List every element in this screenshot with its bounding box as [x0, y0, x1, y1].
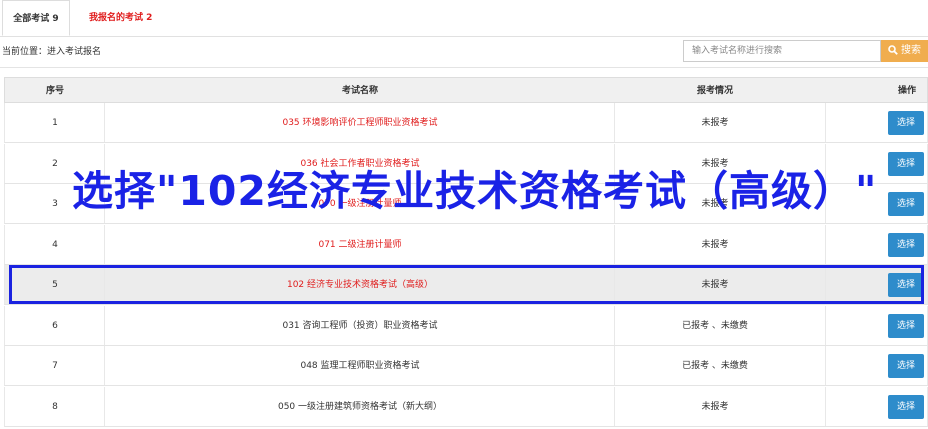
- table-row: 8 050 一级注册建筑师资格考试（新大纲） 未报考 选择: [4, 386, 928, 427]
- row-exam-name: 048 监理工程师职业资格考试: [300, 361, 420, 371]
- header-index: 序号: [45, 86, 64, 96]
- divider: [0, 67, 928, 68]
- table-header: 序号 考试名称 报考情况 操作: [4, 77, 928, 103]
- table-row: 7 048 监理工程师职业资格考试 已报考 、未缴费 选择: [4, 346, 928, 386]
- instruction-overlay: 选择"102经济专业技术资格考试（高级）": [72, 167, 878, 215]
- row-status: 未报考: [701, 401, 729, 412]
- row-index: 6: [52, 320, 58, 331]
- table-row: 4 071 二级注册计量师 未报考 选择: [4, 224, 928, 265]
- search-icon: [888, 45, 898, 55]
- row-status: 未报考: [701, 118, 729, 128]
- search-input[interactable]: [683, 40, 881, 62]
- row-status: 已报考 、未缴费: [682, 320, 748, 331]
- select-button[interactable]: 选择: [888, 111, 924, 135]
- search-button-label: 搜索: [901, 45, 921, 56]
- column-divider: [825, 103, 826, 142]
- row-exam-name: 071 二级注册计量师: [318, 239, 402, 250]
- tab-my-exams[interactable]: 我报名的考试 2: [89, 0, 152, 36]
- row-exam-name: 035 环境影响评价工程师职业资格考试: [282, 118, 438, 128]
- select-button[interactable]: 选择: [888, 354, 924, 378]
- column-divider: [825, 224, 826, 264]
- row-exam-name: 050 一级注册建筑师资格考试（新大纲）: [277, 401, 443, 412]
- select-button[interactable]: 选择: [888, 192, 924, 216]
- table-row: 6 031 咨询工程师（投资）职业资格考试 已报考 、未缴费 选择: [4, 305, 928, 346]
- search-button[interactable]: 搜索: [881, 40, 928, 62]
- row-index: 4: [52, 239, 58, 250]
- select-button[interactable]: 选择: [888, 394, 924, 419]
- selection-highlight-box: [9, 265, 924, 304]
- row-status: 未报考: [701, 239, 729, 250]
- column-divider: [825, 305, 826, 345]
- select-button[interactable]: 选择: [888, 313, 924, 338]
- row-status: 已报考 、未缴费: [682, 361, 748, 371]
- header-status: 报考情况: [696, 86, 733, 96]
- select-button[interactable]: 选择: [888, 232, 924, 257]
- row-exam-name: 031 咨询工程师（投资）职业资格考试: [282, 320, 438, 331]
- tab-bar: 全部考试 9 我报名的考试 2: [0, 0, 928, 37]
- row-index: 1: [52, 118, 58, 128]
- column-divider: [825, 386, 826, 426]
- header-name: 考试名称: [341, 86, 378, 96]
- breadcrumb: 当前位置：进入考试报名: [2, 47, 102, 57]
- row-index: 7: [52, 361, 58, 371]
- row-index: 8: [52, 401, 58, 412]
- select-button[interactable]: 选择: [888, 151, 924, 176]
- header-action: 操作: [897, 86, 916, 96]
- table-row: 1 035 环境影响评价工程师职业资格考试 未报考 选择: [4, 103, 928, 143]
- tab-all-exams[interactable]: 全部考试 9: [2, 0, 70, 36]
- column-divider: [825, 346, 826, 385]
